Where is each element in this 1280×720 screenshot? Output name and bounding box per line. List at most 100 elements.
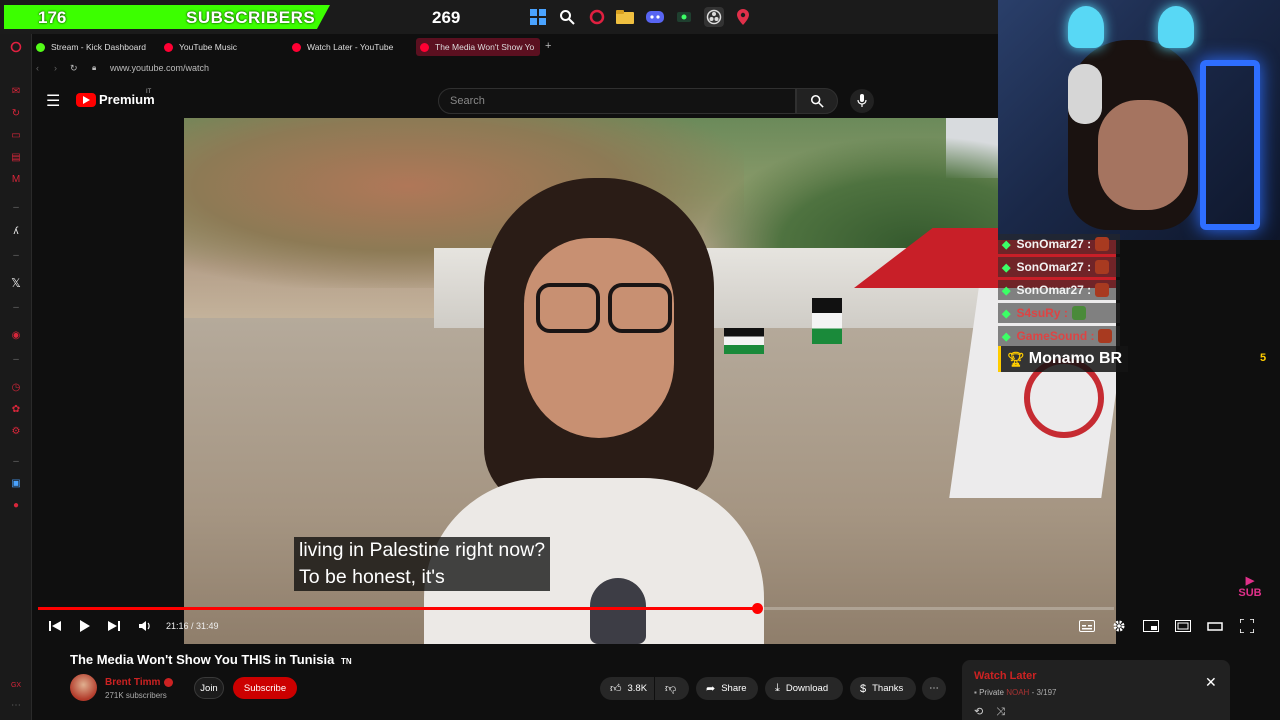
play-icon	[80, 620, 90, 632]
discord-icon[interactable]	[645, 7, 665, 27]
tab-active-video[interactable]: The Media Won't Show Yo	[416, 38, 540, 56]
messenger-icon[interactable]: ✉	[8, 84, 24, 98]
music-icon[interactable]: M	[8, 172, 24, 186]
tab-kick-dashboard[interactable]: Stream - Kick Dashboard	[32, 38, 156, 56]
play-button[interactable]	[76, 617, 94, 635]
wallet-icon[interactable]: ▭	[8, 128, 24, 142]
search-placeholder: Search	[450, 95, 485, 107]
lock-icon[interactable]: 🔒︎	[92, 63, 96, 73]
gem-icon: ◆	[1002, 261, 1011, 274]
history-icon[interactable]: ↻	[8, 106, 24, 120]
gaming-icon[interactable]: ▤	[8, 150, 24, 164]
opera-browser-icon[interactable]	[587, 7, 607, 27]
subscribe-button[interactable]: Subscribe	[233, 677, 297, 699]
more-actions-button[interactable]: ⋯	[922, 677, 946, 700]
divider-icon-4: –	[13, 353, 19, 365]
lock-icon: ▪	[974, 688, 977, 697]
location-pin-icon[interactable]	[733, 7, 753, 27]
back-icon[interactable]: ‹	[36, 63, 39, 73]
kick-sidebar-icon[interactable]: ʎ	[8, 224, 24, 238]
theater-mode-button[interactable]	[1174, 617, 1192, 635]
more-icon[interactable]: ⋯	[8, 698, 24, 712]
channel-avatar[interactable]	[70, 674, 97, 701]
playlist-position: - 3/197	[1031, 688, 1057, 697]
tab-label: The Media Won't Show Yo	[435, 42, 535, 52]
progress-fill	[38, 607, 758, 610]
share-button[interactable]: ➦ Share	[696, 677, 758, 700]
screen: 176 SUBSCRIBERS 269 ✉ ↻ ▭ ▤ M – ʎ – 𝕏 – …	[0, 0, 1280, 720]
miniplayer-button[interactable]	[1142, 617, 1160, 635]
default-view-button[interactable]	[1206, 617, 1224, 635]
subtitles-button[interactable]	[1078, 617, 1096, 635]
chat-message: ◆ GameSound :	[998, 326, 1120, 346]
url-field[interactable]: www.youtube.com/watch	[110, 63, 209, 73]
dislike-button[interactable]: 👎︎	[655, 677, 689, 700]
video-scene-glasses	[534, 283, 672, 333]
youtube-premium-logo[interactable]: Premium IT	[76, 89, 155, 107]
tab-youtube-music[interactable]: YouTube Music	[160, 38, 284, 56]
tab-label: YouTube Music	[179, 42, 237, 52]
thanks-button[interactable]: $ Thanks	[850, 677, 916, 700]
opera-menu-icon[interactable]	[8, 40, 24, 54]
windows-start-icon[interactable]	[528, 7, 548, 27]
search-button[interactable]	[796, 88, 838, 114]
youtube-music-favicon-icon	[164, 42, 173, 52]
webcam-feed	[998, 0, 1280, 240]
top-donor-badge: 🏆︎ Monamo BR	[998, 346, 1128, 372]
channel-name[interactable]: Brent Timm	[105, 677, 160, 688]
download-button[interactable]: ⤓ Download	[765, 677, 843, 700]
search-input[interactable]: Search	[438, 88, 796, 114]
close-icon[interactable]: ✕	[1205, 674, 1217, 691]
fullscreen-button[interactable]	[1238, 617, 1256, 635]
bitwarden-icon[interactable]: ▣	[8, 476, 24, 490]
volume-icon	[139, 621, 150, 631]
like-button[interactable]: 👍︎ 3.8K	[600, 677, 654, 700]
clock-icon[interactable]: ◷	[8, 380, 24, 394]
extension-icon[interactable]: ●	[8, 498, 24, 512]
microphone-icon	[857, 94, 867, 107]
volume-button[interactable]	[137, 617, 155, 635]
extensions-icon[interactable]: ✿	[8, 402, 24, 416]
gem-icon: ◆	[1002, 330, 1011, 343]
video-title-text: The Media Won't Show You THIS in Tunisia	[70, 652, 335, 667]
gem-icon: ◆	[1002, 238, 1011, 251]
divider-icon: –	[13, 201, 19, 213]
settings-button[interactable]	[1110, 617, 1128, 635]
share-label: Share	[721, 683, 747, 694]
next-button[interactable]	[105, 617, 123, 635]
reload-icon[interactable]: ↻	[70, 63, 78, 74]
shuffle-icon[interactable]: ⤨	[996, 706, 1005, 718]
country-code: IT	[146, 89, 152, 95]
loop-icon[interactable]: ⟲	[974, 706, 983, 718]
x-twitter-icon[interactable]: 𝕏	[8, 276, 24, 290]
file-explorer-icon[interactable]	[615, 7, 635, 27]
tab-watch-later[interactable]: Watch Later - YouTube	[288, 38, 412, 56]
playlist-title[interactable]: Watch Later	[974, 670, 1037, 682]
fullscreen-icon	[1240, 619, 1254, 633]
video-title: The Media Won't Show You THIS in Tunisia…	[70, 652, 352, 667]
emote-icon	[1095, 260, 1110, 274]
subscribe-watermark: ▶ SUB	[1238, 574, 1262, 604]
search-icon	[810, 94, 824, 108]
search-icon[interactable]	[557, 7, 577, 27]
join-button[interactable]: Join	[194, 677, 224, 699]
sidebar-extra-icon[interactable]: GX	[8, 678, 24, 692]
download-icon: ⤓	[775, 682, 780, 694]
progress-bar[interactable]	[38, 603, 1114, 614]
emote-icon	[1095, 283, 1110, 297]
webcam-headset	[1068, 64, 1102, 124]
hamburger-menu-icon[interactable]: ☰	[46, 91, 60, 111]
voice-search-button[interactable]	[850, 89, 874, 113]
forward-icon[interactable]: ›	[54, 63, 57, 73]
donor-name: Monamo BR	[1028, 350, 1123, 367]
plus-icon[interactable]: +	[545, 40, 551, 52]
previous-button[interactable]	[46, 617, 64, 635]
player-icon[interactable]: ◉	[8, 328, 24, 342]
settings-sidebar-icon[interactable]: ⚙	[8, 424, 24, 438]
obs-icon[interactable]	[704, 7, 724, 27]
app-icon[interactable]	[674, 7, 694, 27]
next-icon	[108, 621, 120, 631]
stream-chat-overlay: ◆ SonOmar27 : ◆ SonOmar27 : ◆ SonOmar27 …	[998, 234, 1120, 354]
gem-icon: ◆	[1002, 284, 1011, 297]
chat-message: ◆ SonOmar27 :	[998, 257, 1120, 277]
